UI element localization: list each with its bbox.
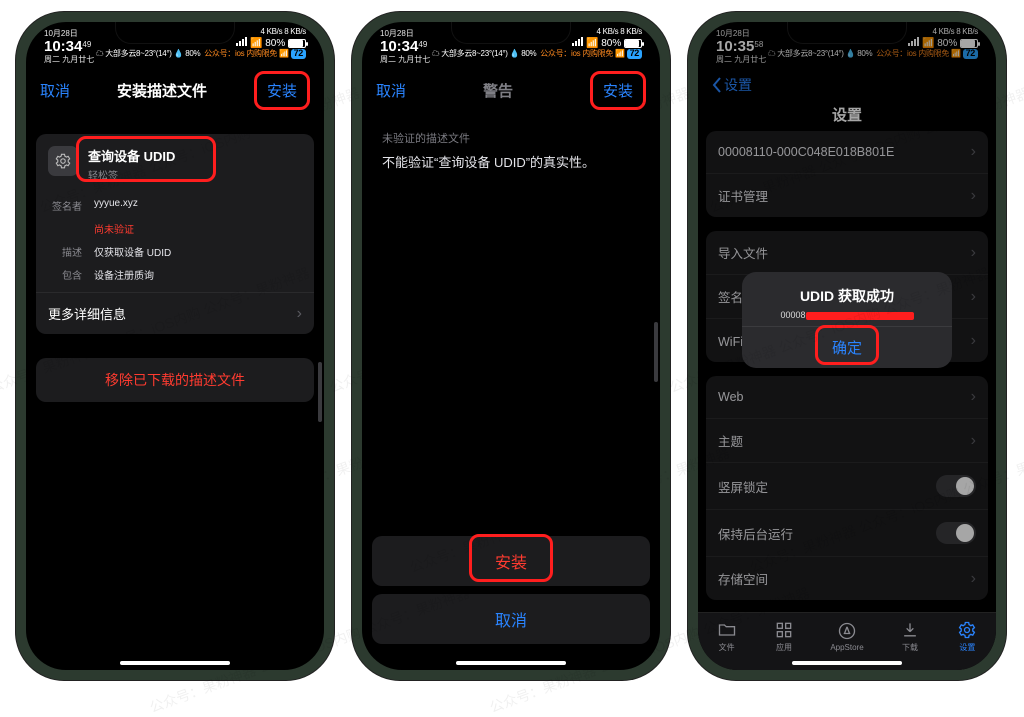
scrollbar[interactable] xyxy=(654,322,658,382)
alert-title: UDID 获取成功 xyxy=(742,272,952,308)
install-button[interactable]: 安装 xyxy=(590,71,646,110)
chevron-right-icon: › xyxy=(297,305,302,323)
home-indicator[interactable] xyxy=(792,661,902,665)
install-sheet-button[interactable]: 安装 xyxy=(372,536,650,586)
gear-icon xyxy=(48,146,78,176)
install-button[interactable]: 安装 xyxy=(254,71,310,110)
notch xyxy=(115,22,235,44)
signal-icon xyxy=(236,37,247,46)
gear-icon xyxy=(956,620,978,640)
redaction-bar xyxy=(806,312,914,320)
udid-success-alert: UDID 获取成功 00008 确定 xyxy=(742,272,952,368)
profile-subtitle: 轻松签 xyxy=(88,167,175,182)
phone-3: 10月28日 10:3558 周二 九月廿七 4 KB/s 8 KB/s 📶 8… xyxy=(688,12,1006,680)
remove-profile-button[interactable]: 移除已下载的描述文件 xyxy=(36,358,314,402)
notch xyxy=(451,22,571,44)
tab-downloads[interactable]: 下载 xyxy=(899,620,921,653)
unverified-label: 尚未验证 xyxy=(94,221,134,236)
tab-apps[interactable]: 应用 xyxy=(773,620,795,653)
nav-bar: 取消 安装描述文件 安装 xyxy=(26,70,324,110)
grid-icon xyxy=(773,620,795,640)
section-header: 未验证的描述文件 xyxy=(372,110,650,152)
download-icon xyxy=(899,620,921,640)
alert-udid: 00008 xyxy=(742,308,952,326)
phone-2: 10月28日 10:3449 周二 九月廿七 4 KB/s 8 KB/s 📶 8… xyxy=(352,12,670,680)
scrollbar[interactable] xyxy=(318,362,322,422)
page-title: 安装描述文件 xyxy=(117,80,207,101)
folder-icon xyxy=(716,620,738,640)
profile-card: 查询设备 UDID 轻松签 签名者yyyue.xyz 尚未验证 描述仅获取设备 … xyxy=(36,134,314,334)
tab-settings[interactable]: 设置 xyxy=(956,620,978,653)
cancel-button[interactable]: 取消 xyxy=(376,80,406,101)
nav-bar: 取消 警告 安装 xyxy=(362,70,660,110)
tab-files[interactable]: 文件 xyxy=(716,620,738,653)
alert-ok-button[interactable]: 确定 xyxy=(742,326,952,368)
phone-1: 10月28日 10:3449 周二 九月廿七 4 KB/s 8 KB/s 📶 8… xyxy=(16,12,334,680)
profile-title: 查询设备 UDID xyxy=(88,146,175,165)
warning-body: 不能验证“查询设备 UDID”的真实性。 xyxy=(372,152,650,171)
cancel-button[interactable]: 取消 xyxy=(40,80,70,101)
tab-appstore[interactable]: AppStore xyxy=(830,621,863,652)
notch xyxy=(787,22,907,44)
home-indicator[interactable] xyxy=(120,661,230,665)
cancel-sheet-button[interactable]: 取消 xyxy=(372,594,650,644)
appstore-icon xyxy=(836,621,858,641)
home-indicator[interactable] xyxy=(456,661,566,665)
page-title: 警告 xyxy=(483,80,513,101)
more-details-row[interactable]: 更多详细信息› xyxy=(36,292,314,334)
